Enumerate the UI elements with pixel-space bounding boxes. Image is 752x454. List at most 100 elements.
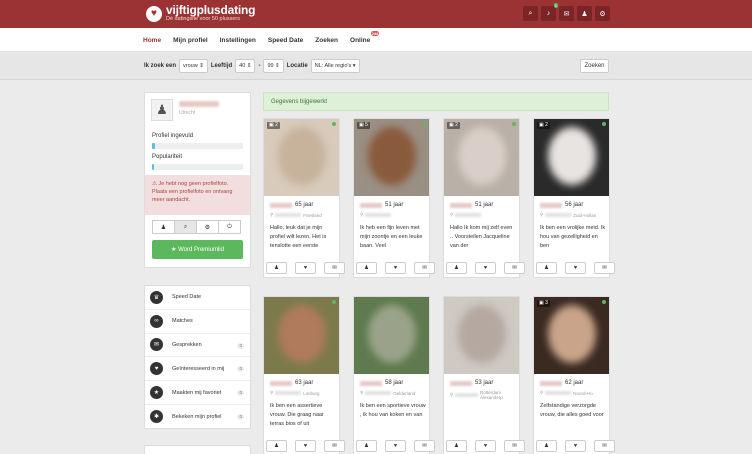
nav-speed-date[interactable]: Speed Date: [268, 37, 303, 44]
location-pin-icon: ⚲: [540, 212, 544, 217]
profile-name-age[interactable]: 58 jaar: [360, 380, 403, 386]
user-icon[interactable]: ♟: [152, 220, 175, 234]
search-icon[interactable]: ⌕: [174, 220, 197, 234]
message-action-icon[interactable]: ✉: [414, 440, 435, 452]
profile-location: ⚲: [360, 212, 393, 218]
age-max-select[interactable]: 99 ⇕: [263, 59, 284, 73]
premium-button-label: Word Premiumlid: [178, 246, 224, 253]
profile-name-age[interactable]: 51 jaar: [360, 202, 403, 208]
profile-location: ⚲: [450, 212, 483, 218]
gear-icon[interactable]: ⚙: [196, 220, 219, 234]
sidebar-item-matches[interactable]: ∞ Matches: [145, 310, 250, 334]
profile-age: 58 jaar: [385, 380, 404, 386]
user-icon[interactable]: ♟: [577, 6, 592, 21]
message-action-icon[interactable]: ✉: [414, 262, 435, 274]
logo[interactable]: ♥ vijftigplusdating Dé datingsite voor 5…: [146, 4, 255, 23]
profile-photo[interactable]: [444, 297, 519, 374]
premium-button[interactable]: ★ Word Premiumlid: [152, 240, 243, 259]
like-action-icon[interactable]: ♥: [385, 262, 406, 274]
camera-icon: ▣ 3: [537, 300, 550, 307]
profile-card-item[interactable]: 53 jaar ⚲ Rotterdam Alexanderp ♟ ♥ ✉: [443, 296, 525, 454]
location-label: Locatie: [286, 63, 308, 69]
profile-action-icon[interactable]: ♟: [446, 440, 467, 452]
profile-photo[interactable]: [354, 297, 429, 374]
profile-action-icon[interactable]: ♟: [356, 440, 377, 452]
like-action-icon[interactable]: ♥: [295, 440, 316, 452]
profile-card-item[interactable]: ▣ 2 56 jaar ⚲ Zuid-Hollan Ik ben een vrolijk…: [533, 118, 615, 278]
gear-icon[interactable]: ⚙: [595, 6, 610, 21]
message-action-icon[interactable]: ✉: [324, 440, 345, 452]
nav-settings[interactable]: Instellingen: [220, 37, 256, 44]
profile-action-icon[interactable]: ♟: [536, 262, 557, 274]
profile-action-icon[interactable]: ♟: [356, 262, 377, 274]
profile-photo[interactable]: ▣ 2: [534, 119, 609, 196]
message-action-icon[interactable]: ✉: [594, 440, 615, 452]
nav-home[interactable]: Home: [143, 37, 161, 44]
count-badge: 0: [237, 390, 244, 397]
profile-card-item[interactable]: ▣ 5 51 jaar ⚲ Ik heb een fijn leven met mij…: [353, 118, 435, 278]
message-action-icon[interactable]: ✉: [324, 262, 345, 274]
envelope-icon[interactable]: ✉: [559, 6, 574, 21]
profile-description: Ik ben een sportieve vrouw , ik hou van …: [360, 403, 426, 418]
profile-name-age[interactable]: 56 jaar: [540, 202, 583, 208]
profile-toolbar: ♟ ⌕ ⚙ ⏻: [152, 220, 241, 234]
message-action-icon[interactable]: ✉: [504, 440, 525, 452]
bell-icon-glyph: ♪: [546, 10, 551, 17]
profile-photo[interactable]: ▣ 2: [444, 119, 519, 196]
profile-card-item[interactable]: 63 jaar ⚲ Limburg Ik ben een assertieve vro…: [263, 296, 345, 454]
message-action-icon[interactable]: ✉: [504, 262, 525, 274]
like-action-icon[interactable]: ♥: [565, 262, 586, 274]
nav-my-profile[interactable]: Mijn profiel: [173, 37, 208, 44]
location-pin-icon: ⚲: [270, 212, 274, 217]
profile-age: 51 jaar: [385, 202, 404, 208]
age-separator: -: [258, 63, 261, 69]
envelope-icon: ✉: [150, 338, 163, 352]
popularity-bar: [152, 164, 243, 170]
profile-location: ⚲ Friesland: [270, 212, 322, 218]
like-action-icon[interactable]: ♥: [385, 440, 406, 452]
sidebar-item-maakten-mij-favoriet[interactable]: ★ Maakten mij favoriet 0: [145, 381, 250, 405]
profile-name-age[interactable]: 65 jaar: [270, 202, 313, 208]
search-icon[interactable]: ⌕: [523, 6, 538, 21]
profile-card-item[interactable]: ▣ 2 51 jaar ⚲ Hallo Ik kom mij zelf even ..…: [443, 118, 525, 278]
profile-action-icon[interactable]: ♟: [266, 262, 287, 274]
card-actions: ♟ ♥ ✉: [356, 262, 435, 274]
gear-icon-glyph: ⚙: [599, 10, 606, 18]
profile-action-icon[interactable]: ♟: [446, 262, 467, 274]
profile-action-icon[interactable]: ♟: [266, 440, 287, 452]
sidebar-item-bekeken-mijn-profiel[interactable]: ✱ Bekeken mijn profiel 0: [145, 405, 250, 429]
profile-card-item[interactable]: 58 jaar ⚲ Gelderland Ik ben een sportieve v…: [353, 296, 435, 454]
photo-count: 2: [275, 122, 278, 128]
sidebar-item-gesprekken[interactable]: ✉ Gesprekken 0: [145, 334, 250, 358]
profile-photo[interactable]: ▣ 5: [354, 119, 429, 196]
search-button[interactable]: Zoeken: [580, 59, 609, 73]
avatar[interactable]: ♟: [151, 99, 173, 121]
profile-name-age[interactable]: 53 jaar: [450, 380, 493, 386]
like-action-icon[interactable]: ♥: [295, 262, 316, 274]
profile-name-age[interactable]: 51 jaar: [450, 202, 493, 208]
profile-photo[interactable]: ▣ 2: [264, 119, 339, 196]
profile-name-age[interactable]: 62 jaar: [540, 380, 583, 386]
profile-card-item[interactable]: ▣ 2 65 jaar ⚲ Friesland Hallo, leuk dat je m…: [263, 118, 345, 278]
bell-icon[interactable]: ♪ 1: [541, 3, 558, 21]
sidebar-item-speed-date[interactable]: ♛ Speed Date: [145, 286, 250, 310]
photo-blur: [278, 305, 326, 363]
profile-photo[interactable]: [264, 297, 339, 374]
profile-card-item[interactable]: ▣ 3 62 jaar ⚲ Noord-Ho Zelfstandige verzorgd…: [533, 296, 615, 454]
profile-name-age[interactable]: 63 jaar: [270, 380, 313, 386]
age-min-select[interactable]: 40 ⇕: [235, 59, 256, 73]
location-select[interactable]: NL: Alle regio's ▾: [310, 59, 360, 73]
sidebar-item-ge-nteresseerd-in-mij[interactable]: ♥ Geïnteresseerd in mij 0: [145, 357, 250, 382]
nav-search[interactable]: Zoeken: [315, 37, 338, 44]
message-action-icon[interactable]: ✉: [594, 262, 615, 274]
power-icon[interactable]: ⏻: [218, 220, 241, 234]
location-blurred: [365, 213, 392, 217]
like-action-icon[interactable]: ♥: [475, 440, 496, 452]
profile-photo[interactable]: ▣ 3: [534, 297, 609, 374]
gender-select[interactable]: vrouw ⇕: [179, 59, 208, 73]
like-action-icon[interactable]: ♥: [565, 440, 586, 452]
like-action-icon[interactable]: ♥: [475, 262, 496, 274]
nav-online[interactable]: Online 244: [350, 31, 380, 44]
profile-action-icon[interactable]: ♟: [536, 440, 557, 452]
star-icon: ★: [150, 386, 163, 400]
